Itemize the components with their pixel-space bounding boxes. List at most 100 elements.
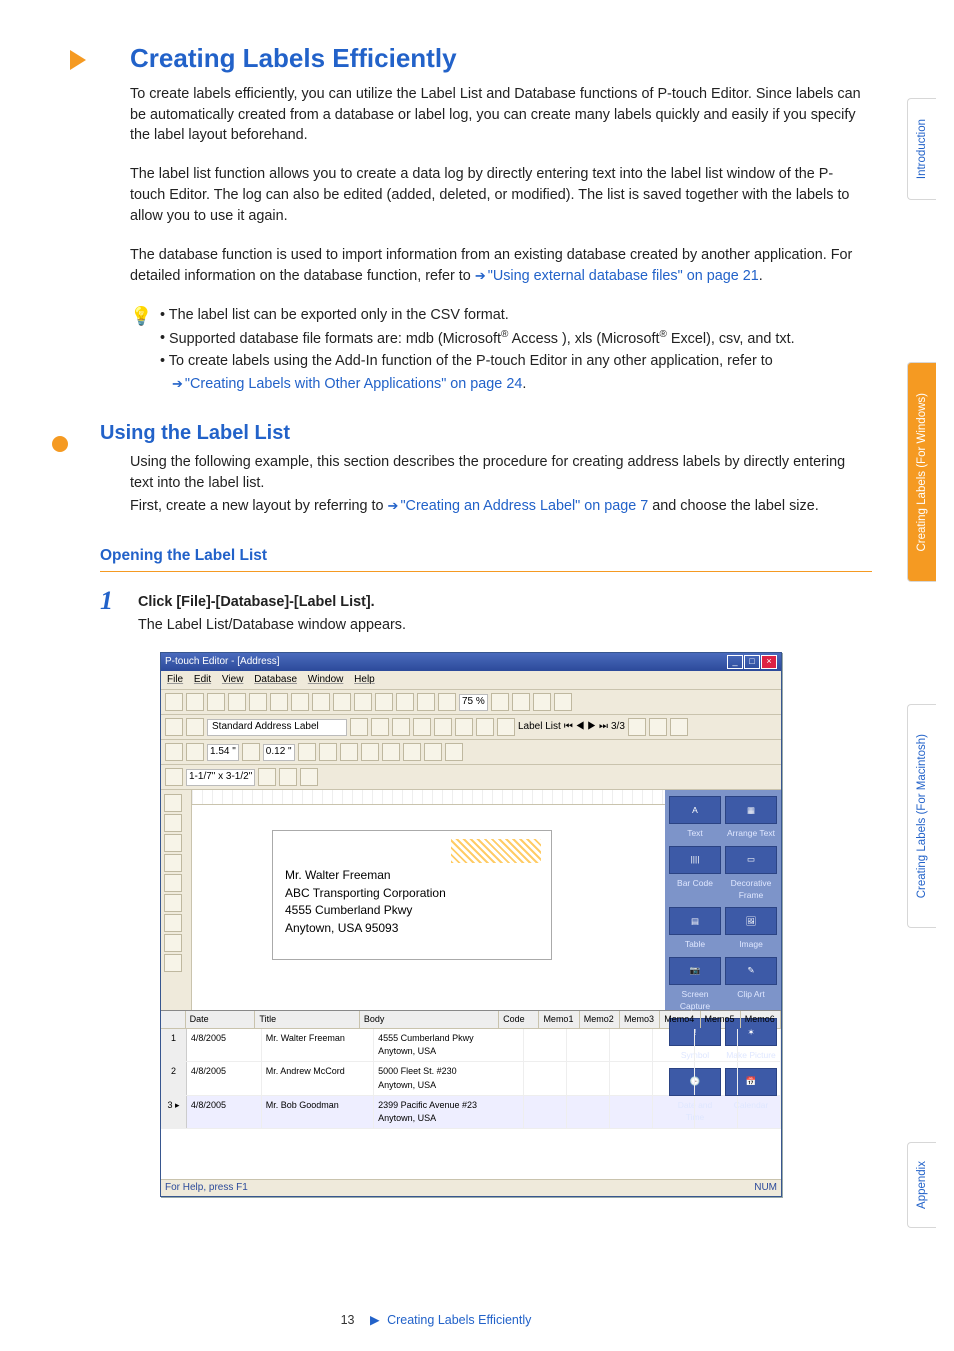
xref-other-apps[interactable]: "Creating Labels with Other Applications… — [172, 376, 522, 392]
tab-creating-macintosh[interactable]: Creating Labels (For Macintosh) — [907, 704, 936, 928]
palette-icon[interactable] — [164, 954, 182, 972]
tool-icon[interactable] — [434, 718, 452, 736]
panel-barcode-icon[interactable]: |||| — [669, 846, 721, 874]
record-nav: 3/3 — [611, 720, 625, 735]
work-area: Mr. Walter Freeman ABC Transporting Corp… — [161, 790, 781, 1010]
tool-icon[interactable] — [554, 693, 572, 711]
tool-icon[interactable] — [371, 718, 389, 736]
xref-address-label[interactable]: "Creating an Address Label" on page 7 — [388, 498, 649, 514]
tool-icon[interactable] — [533, 693, 551, 711]
tool-icon[interactable] — [228, 693, 246, 711]
panel-text-icon[interactable]: A — [669, 796, 721, 824]
panel-table-icon[interactable]: ▤ — [669, 907, 721, 935]
tool-icon[interactable] — [417, 693, 435, 711]
tool-icon[interactable] — [298, 743, 316, 761]
tool-icon[interactable] — [300, 768, 318, 786]
tool-icon[interactable] — [207, 693, 225, 711]
xref-external-db[interactable]: "Using external database files" on page … — [475, 268, 759, 284]
tool-icon[interactable] — [413, 718, 431, 736]
tool-icon[interactable] — [491, 693, 509, 711]
label-preview[interactable]: Mr. Walter Freeman ABC Transporting Corp… — [272, 830, 552, 960]
tool-icon[interactable] — [249, 693, 267, 711]
tool-icon[interactable] — [455, 718, 473, 736]
tool-icon[interactable] — [354, 693, 372, 711]
minimize-icon[interactable]: _ — [727, 655, 743, 669]
tool-icon[interactable] — [279, 768, 297, 786]
palette-icon[interactable] — [164, 814, 182, 832]
palette-icon[interactable] — [164, 934, 182, 952]
tool-icon[interactable] — [438, 693, 456, 711]
canvas[interactable]: Mr. Walter Freeman ABC Transporting Corp… — [192, 790, 665, 1010]
palette-icon[interactable] — [164, 914, 182, 932]
palette-icon[interactable] — [164, 894, 182, 912]
tip-box: 💡 The label list can be exported only in… — [130, 305, 866, 397]
status-help: For Help, press F1 — [165, 1181, 248, 1196]
close-icon[interactable]: × — [761, 655, 777, 669]
panel-arrange-icon[interactable]: ▦ — [725, 796, 777, 824]
table-row[interactable]: 3 ▸ 4/8/2005 Mr. Bob Goodman 2399 Pacifi… — [161, 1096, 781, 1129]
tool-icon[interactable] — [670, 718, 688, 736]
tool-icon[interactable] — [258, 768, 276, 786]
tool-icon[interactable] — [361, 743, 379, 761]
tab-appendix[interactable]: Appendix — [907, 1142, 936, 1228]
table-row[interactable]: 1 4/8/2005 Mr. Walter Freeman 4555 Cumbe… — [161, 1029, 781, 1062]
tool-icon[interactable] — [649, 718, 667, 736]
label-line-3: 4555 Cumberland Pkwy — [285, 902, 539, 919]
tool-icon[interactable] — [312, 693, 330, 711]
tool-icon[interactable] — [424, 743, 442, 761]
palette-icon[interactable] — [164, 854, 182, 872]
tool-icon[interactable] — [333, 693, 351, 711]
palette-icon[interactable] — [164, 874, 182, 892]
tool-icon[interactable] — [350, 718, 368, 736]
tool-icon[interactable] — [375, 693, 393, 711]
panel-image-icon[interactable]: 🖼 — [725, 907, 777, 935]
toolbar-main: 75 % — [161, 690, 781, 715]
tool-icon[interactable] — [396, 693, 414, 711]
tool-icon[interactable] — [242, 743, 260, 761]
tool-icon[interactable] — [512, 693, 530, 711]
tool-icon[interactable] — [476, 718, 494, 736]
tab-creating-windows[interactable]: Creating Labels (For Windows) — [907, 362, 936, 582]
menu-file[interactable]: File — [167, 674, 183, 685]
tip-item-3: To create labels using the Add-In functi… — [160, 351, 795, 372]
tool-icon[interactable] — [186, 743, 204, 761]
tool-icon[interactable] — [382, 743, 400, 761]
panel-clipart-icon[interactable]: ✎ — [725, 957, 777, 985]
palette-icon[interactable] — [164, 834, 182, 852]
tool-icon[interactable] — [270, 693, 288, 711]
tool-icon[interactable] — [340, 743, 358, 761]
app-screenshot: P-touch Editor - [Address] _□× File Edit… — [160, 652, 782, 1197]
tool-icon[interactable] — [291, 693, 309, 711]
footer-section: Creating Labels Efficiently — [387, 1313, 531, 1327]
tool-icon[interactable] — [186, 718, 204, 736]
menu-view[interactable]: View — [222, 674, 244, 685]
lightbulb-icon: 💡 — [130, 307, 148, 397]
label-type-select[interactable]: Standard Address Label — [207, 719, 347, 736]
tool-icon[interactable] — [403, 743, 421, 761]
sidebar-tabs: Introduction Creating Labels (For Window… — [890, 0, 954, 1351]
table-row[interactable]: 2 4/8/2005 Mr. Andrew McCord 5000 Fleet … — [161, 1062, 781, 1095]
size-field[interactable]: 1-1/7" x 3-1/2" — [186, 769, 255, 786]
tool-icon[interactable] — [186, 693, 204, 711]
tool-icon[interactable] — [319, 743, 337, 761]
maximize-icon[interactable]: □ — [744, 655, 760, 669]
menu-edit[interactable]: Edit — [194, 674, 211, 685]
palette-icon[interactable] — [164, 794, 182, 812]
tool-icon[interactable] — [445, 743, 463, 761]
tool-icon[interactable] — [165, 743, 183, 761]
menu-database[interactable]: Database — [254, 674, 297, 685]
step-1: 1 Click [File]-[Database]-[Label List]. … — [100, 588, 872, 646]
step-command: Click [File]-[Database]-[Label List]. — [138, 592, 872, 613]
tab-introduction[interactable]: Introduction — [907, 98, 936, 200]
menu-window[interactable]: Window — [308, 674, 344, 685]
panel-capture-icon[interactable]: 📷 — [669, 957, 721, 985]
tool-icon[interactable] — [165, 768, 183, 786]
tool-icon[interactable] — [497, 718, 515, 736]
panel-frame-icon[interactable]: ▭ — [725, 846, 777, 874]
tool-icon[interactable] — [165, 718, 183, 736]
tool-icon[interactable] — [392, 718, 410, 736]
tool-icon[interactable] — [628, 718, 646, 736]
page-number: 13 — [341, 1313, 355, 1327]
tool-icon[interactable] — [165, 693, 183, 711]
menu-help[interactable]: Help — [354, 674, 375, 685]
